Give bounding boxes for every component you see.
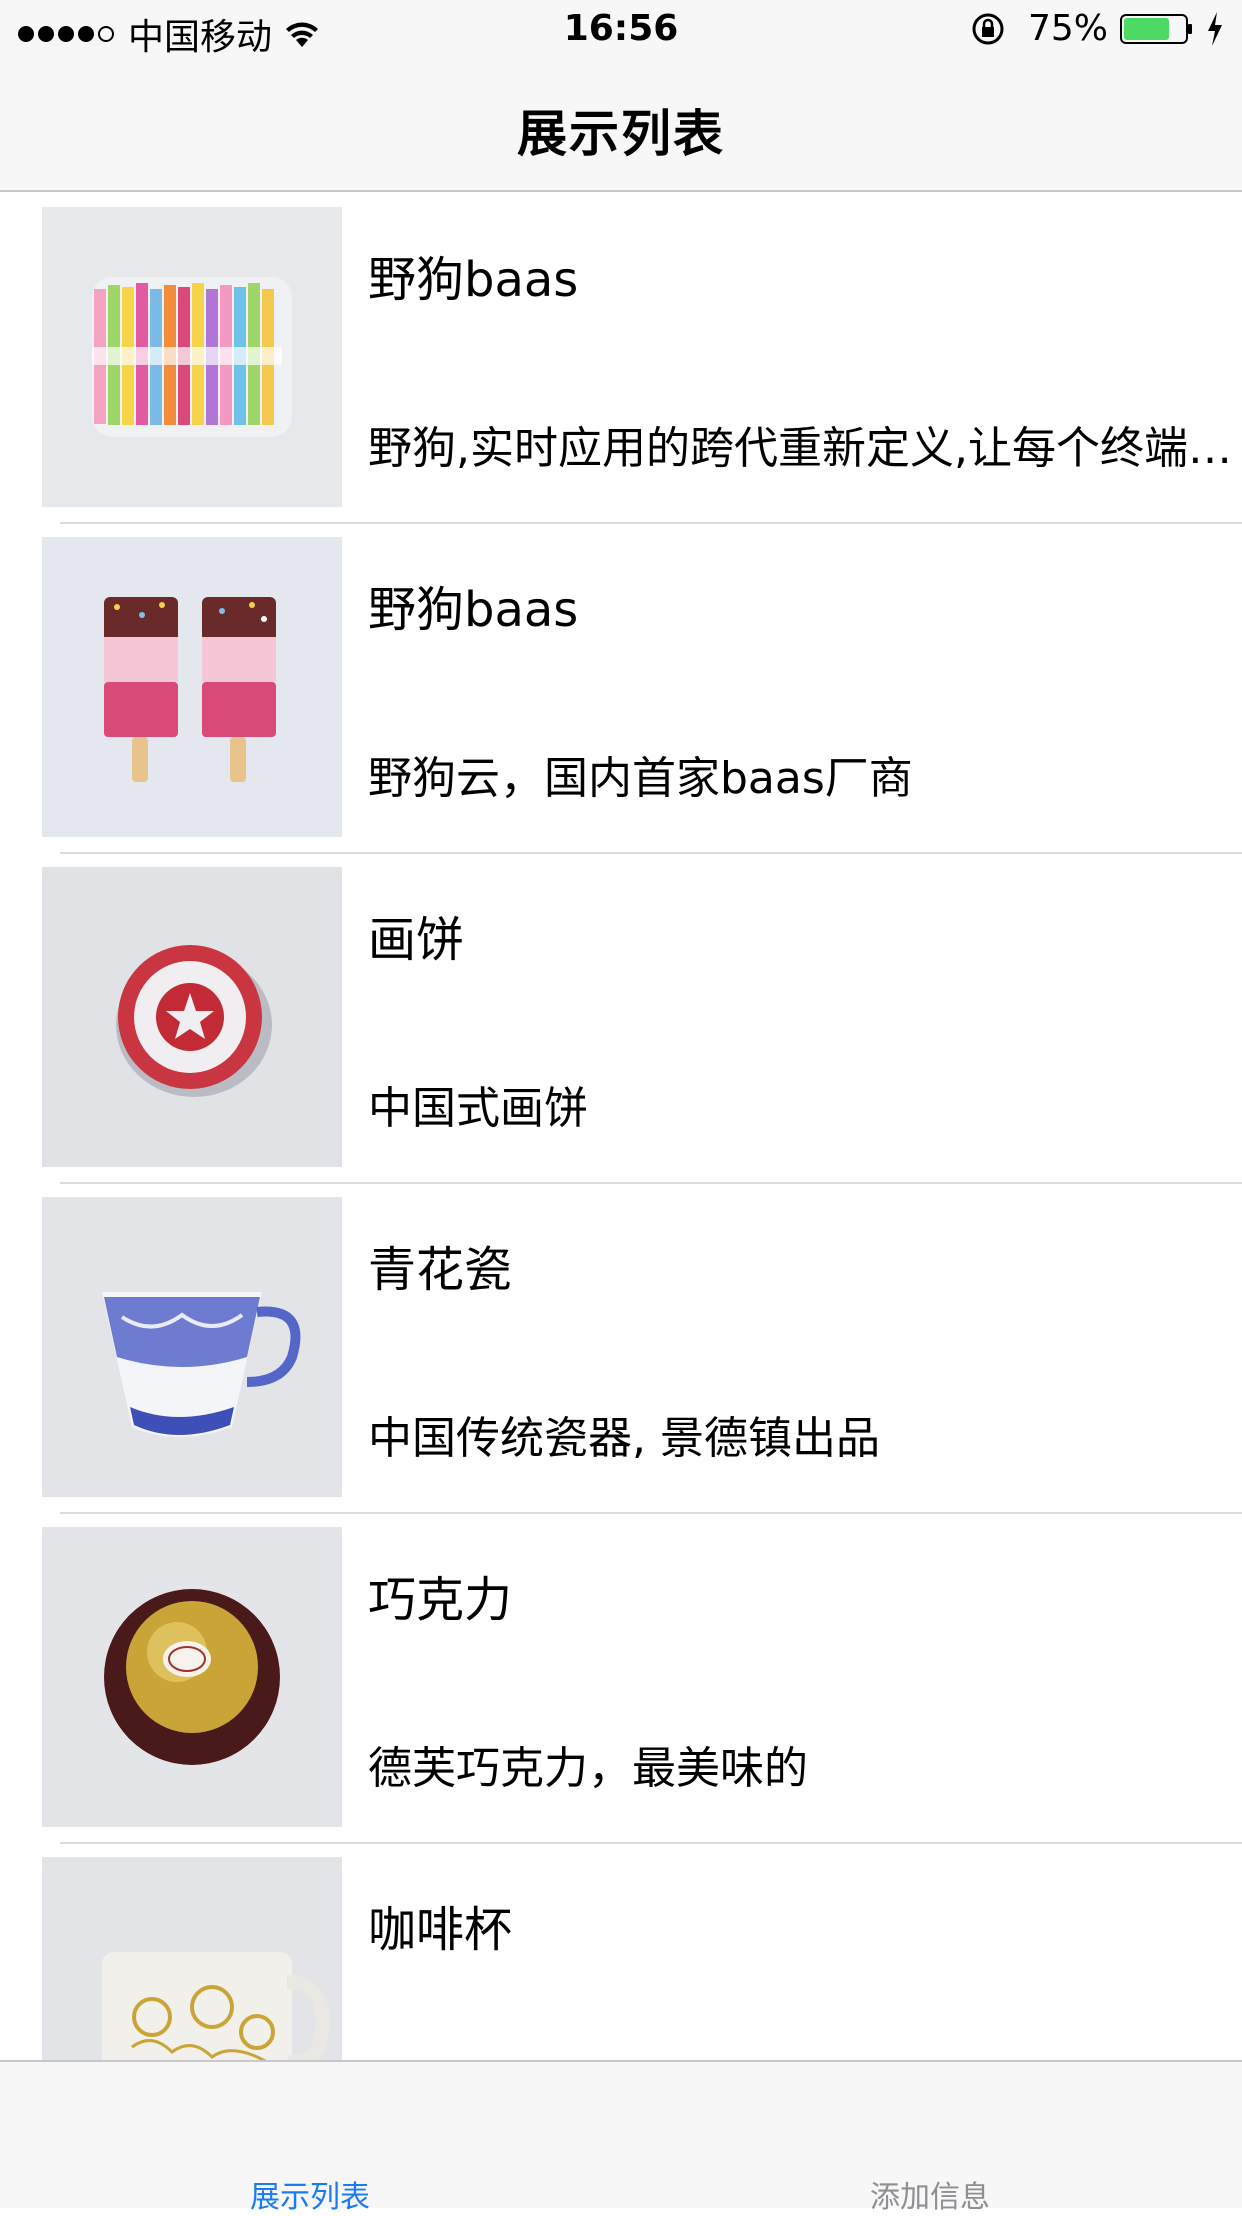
- item-subtitle: 野狗,实时应用的跨代重新定义,让每个终端…: [368, 423, 1232, 474]
- porcelain-cup-image: [42, 1197, 342, 1497]
- candy-sticks-image: [42, 207, 342, 507]
- status-right: 75%: [970, 8, 1224, 49]
- list-item[interactable]: 巧克力 德芙巧克力，最美味的: [0, 1514, 1242, 1844]
- item-list[interactable]: 野狗baas 野狗,实时应用的跨代重新定义,让每个终端… 野狗baas 野狗云，…: [0, 194, 1242, 2060]
- item-subtitle: 中国式画饼: [368, 1083, 588, 1134]
- list-item[interactable]: 青花瓷 中国传统瓷器, 景德镇出品: [0, 1184, 1242, 1514]
- coffee-cup-image: [42, 1857, 342, 2060]
- item-title: 野狗baas: [368, 582, 579, 638]
- item-title: 野狗baas: [368, 252, 579, 308]
- list-item[interactable]: 画饼 中国式画饼: [0, 854, 1242, 1184]
- tab-bar: 展示列表 添加信息: [0, 2060, 1242, 2215]
- list-item[interactable]: 咖啡杯: [0, 1844, 1242, 2060]
- chocolate-image: [42, 1527, 342, 1827]
- item-title: 画饼: [368, 912, 465, 968]
- tab-list[interactable]: 展示列表: [160, 2172, 460, 2216]
- item-subtitle: 中国传统瓷器, 景德镇出品: [368, 1413, 880, 1464]
- battery-percent: 75%: [1027, 8, 1108, 49]
- popsicles-image: [42, 537, 342, 837]
- item-subtitle: 德芙巧克力，最美味的: [368, 1743, 808, 1794]
- navigation-bar: 展示列表: [0, 60, 1242, 192]
- tab-add-info[interactable]: 添加信息: [780, 2172, 1080, 2216]
- status-bar: 中国移动 16:56 75%: [0, 0, 1242, 60]
- battery-icon: [1120, 13, 1192, 44]
- charging-bolt-icon: [1208, 11, 1222, 46]
- rotation-lock-icon: [972, 13, 1004, 44]
- list-item[interactable]: 野狗baas 野狗云，国内首家baas厂商: [0, 524, 1242, 854]
- page-title: 展示列表: [517, 105, 725, 163]
- item-title: 巧克力: [368, 1572, 513, 1628]
- teacake-image: [42, 867, 342, 1167]
- item-subtitle: 野狗云，国内首家baas厂商: [368, 753, 913, 804]
- list-item[interactable]: 野狗baas 野狗,实时应用的跨代重新定义,让每个终端…: [0, 194, 1242, 524]
- item-title: 咖啡杯: [368, 1902, 513, 1958]
- item-title: 青花瓷: [368, 1242, 513, 1298]
